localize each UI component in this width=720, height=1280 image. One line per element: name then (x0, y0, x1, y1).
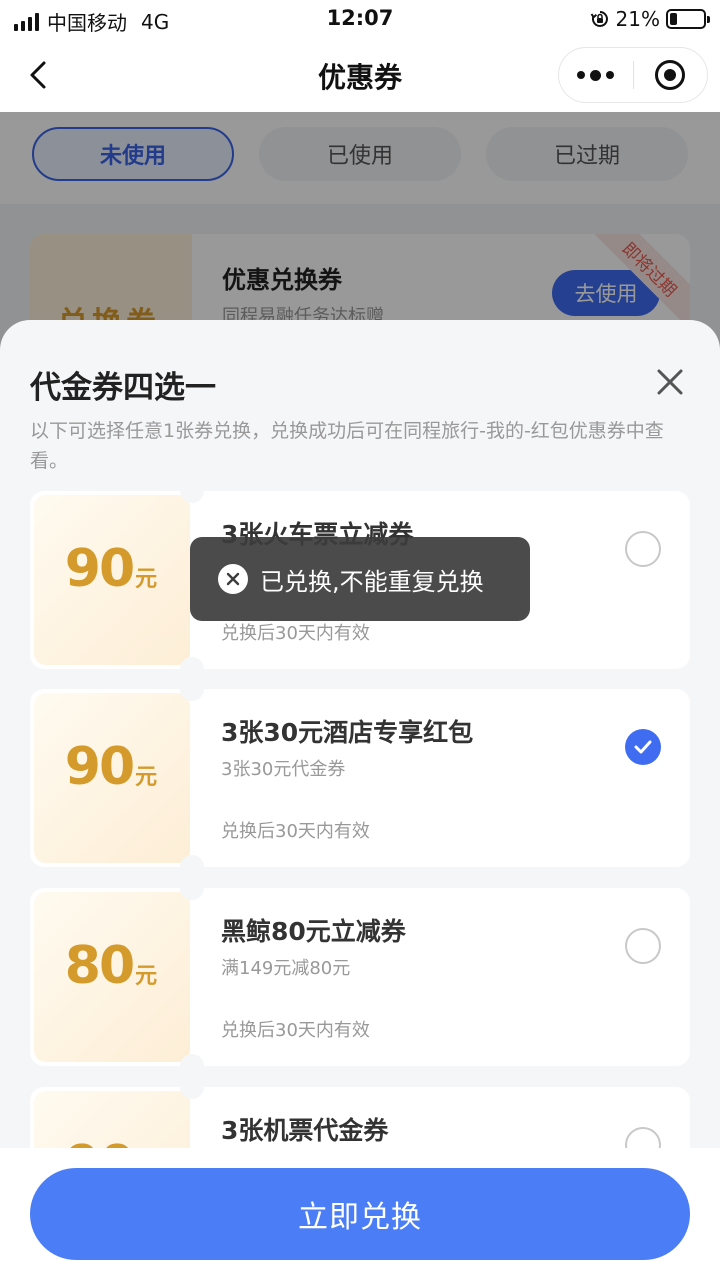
voucher-sheet: 代金券四选一 以下可选择任意1张券兑换，兑换成功后可在同程旅行-我的-红包优惠券… (0, 320, 720, 1280)
radio-button-checked[interactable] (625, 729, 661, 765)
voucher-amount: 90元 (64, 737, 158, 797)
toast-text: 已兑换,不能重复兑换 (260, 567, 484, 596)
voucher-subtitle: 3张30元代金券 (221, 759, 346, 780)
redeem-button[interactable]: 立即兑换 (30, 1168, 690, 1260)
checkmark-icon (634, 740, 652, 754)
target-circle-icon[interactable] (634, 48, 708, 102)
more-dots-icon[interactable] (559, 48, 633, 102)
battery-icon (666, 9, 710, 29)
voucher-validity: 兑换后30天内有效 (221, 623, 370, 644)
voucher-validity: 兑换后30天内有效 (221, 821, 370, 842)
radio-button[interactable] (625, 928, 661, 964)
radio-button[interactable] (625, 531, 661, 567)
mini-program-capsule (558, 47, 708, 103)
voucher-validity: 兑换后30天内有效 (221, 1020, 370, 1041)
nav-bar: 优惠券 (0, 38, 720, 112)
voucher-subtitle: 满149元减80元 (221, 958, 351, 979)
bottom-action-bar: 立即兑换 (0, 1148, 720, 1280)
battery-percent: 21% (615, 7, 660, 31)
voucher-title: 黑鲸80元立减券 (221, 917, 406, 946)
status-bar: 中国移动 4G 12:07 21% (0, 0, 720, 38)
sheet-title: 代金券四选一 (30, 370, 216, 406)
sheet-description: 以下可选择任意1张券兑换，兑换成功后可在同程旅行-我的-红包优惠券中查看。 (30, 420, 664, 472)
voucher-title: 3张30元酒店专享红包 (221, 718, 474, 747)
close-circle-icon (218, 564, 248, 594)
voucher-amount: 90元 (64, 539, 158, 599)
orientation-lock-icon (590, 11, 608, 27)
close-icon[interactable] (650, 362, 690, 402)
battery-level (670, 13, 677, 25)
voucher-option[interactable]: 90元 3张30元酒店专享红包 3张30元代金券 兑换后30天内有效 (30, 689, 690, 867)
voucher-title: 3张机票代金券 (221, 1116, 389, 1145)
voucher-amount: 80元 (64, 936, 158, 996)
status-right: 21% (590, 7, 710, 31)
toast-message: 已兑换,不能重复兑换 (190, 537, 530, 621)
voucher-option[interactable]: 80元 黑鲸80元立减券 满149元减80元 兑换后30天内有效 (30, 888, 690, 1066)
